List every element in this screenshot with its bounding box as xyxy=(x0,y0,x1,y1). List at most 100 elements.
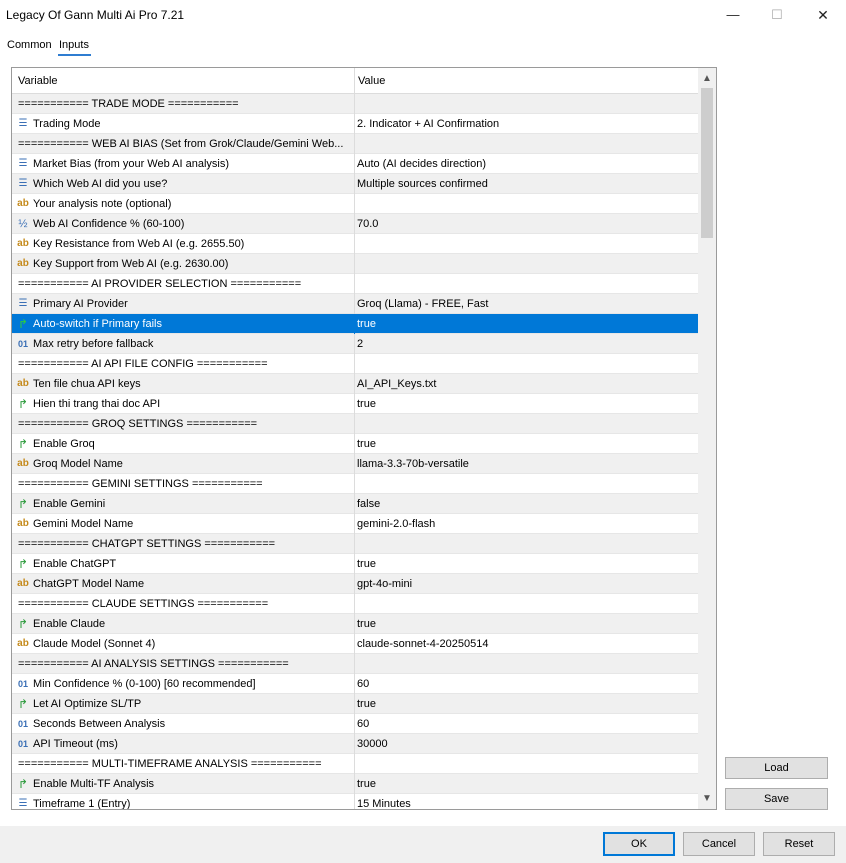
variable-name: =========== AI ANALYSIS SETTINGS =======… xyxy=(18,658,289,670)
table-row[interactable]: ↱ Let AI Optimize SL/TP true xyxy=(12,694,698,714)
cancel-button[interactable]: Cancel xyxy=(683,832,755,856)
variable-value[interactable]: true xyxy=(357,558,376,570)
table-row[interactable]: ab Gemini Model Name gemini-2.0-flash xyxy=(12,514,698,534)
variable-value[interactable]: claude-sonnet-4-20250514 xyxy=(357,638,489,650)
variable-name: Primary AI Provider xyxy=(33,298,128,310)
section-header-row[interactable]: =========== GROQ SETTINGS =========== xyxy=(12,414,698,434)
tab-inputs[interactable]: Inputs xyxy=(59,39,89,51)
vertical-scrollbar[interactable]: ▲ ▼ xyxy=(698,68,716,809)
cell-divider xyxy=(354,394,355,414)
scroll-down-icon[interactable]: ▼ xyxy=(698,790,716,808)
column-header-variable[interactable]: Variable xyxy=(18,75,58,87)
variable-value[interactable]: Multiple sources confirmed xyxy=(357,178,488,190)
table-row[interactable]: ☰ Trading Mode 2. Indicator + AI Confirmat… xyxy=(12,114,698,134)
variable-value[interactable]: 15 Minutes xyxy=(357,798,411,809)
table-row[interactable]: 01 API Timeout (ms) 30000 xyxy=(12,734,698,754)
table-row[interactable]: ↱ Enable ChatGPT true xyxy=(12,554,698,574)
table-row[interactable]: ab Ten file chua API keys AI_API_Keys.txt xyxy=(12,374,698,394)
table-row[interactable]: ☰ Market Bias (from your Web AI analysis)… xyxy=(12,154,698,174)
variable-name: Enable Multi-TF Analysis xyxy=(33,778,155,790)
toggle-arrow-icon: ↱ xyxy=(17,777,29,791)
section-header-row[interactable]: =========== CLAUDE SETTINGS =========== xyxy=(12,594,698,614)
variable-value[interactable]: 2 xyxy=(357,338,363,350)
column-divider[interactable] xyxy=(354,68,355,94)
section-header-row[interactable]: =========== CHATGPT SETTINGS =========== xyxy=(12,534,698,554)
table-row[interactable]: ↱ Enable Multi-TF Analysis true xyxy=(12,774,698,794)
column-header-value[interactable]: Value xyxy=(358,75,385,87)
table-row[interactable]: ↱ Enable Groq true xyxy=(12,434,698,454)
cell-divider xyxy=(354,354,355,374)
table-row[interactable]: ab Your analysis note (optional) xyxy=(12,194,698,214)
variable-name: =========== GEMINI SETTINGS =========== xyxy=(18,478,263,490)
table-row[interactable]: ab Key Resistance from Web AI (e.g. 2655.… xyxy=(12,234,698,254)
table-row[interactable]: ab Claude Model (Sonnet 4) claude-sonnet-4… xyxy=(12,634,698,654)
variable-name: Min Confidence % (0-100) [60 recommended… xyxy=(33,678,256,690)
table-row[interactable]: ½ Web AI Confidence % (60-100) 70.0 xyxy=(12,214,698,234)
text-icon: ab xyxy=(17,638,29,649)
section-header-row[interactable]: =========== WEB AI BIAS (Set from Grok/C… xyxy=(12,134,698,154)
variable-value[interactable]: true xyxy=(357,398,376,410)
variable-value[interactable]: true xyxy=(357,438,376,450)
load-button[interactable]: Load xyxy=(725,757,828,779)
title-bar: Legacy Of Gann Multi Ai Pro 7.21 — ☐ ✕ xyxy=(0,0,846,30)
text-icon: ab xyxy=(17,198,29,209)
variable-value[interactable]: true xyxy=(357,618,376,630)
variable-value[interactable]: false xyxy=(357,498,380,510)
table-row[interactable]: ☰ Primary AI Provider Groq (Llama) - FREE,… xyxy=(12,294,698,314)
integer-icon: 01 xyxy=(17,739,28,749)
variable-value[interactable]: AI_API_Keys.txt xyxy=(357,378,436,390)
minimize-icon[interactable]: — xyxy=(718,4,748,26)
table-row[interactable]: 01 Seconds Between Analysis 60 xyxy=(12,714,698,734)
variable-value[interactable]: 30000 xyxy=(357,738,388,750)
section-header-row[interactable]: =========== AI API FILE CONFIG =========… xyxy=(12,354,698,374)
save-button[interactable]: Save xyxy=(725,788,828,810)
scroll-up-icon[interactable]: ▲ xyxy=(698,70,716,88)
toggle-arrow-icon: ↱ xyxy=(17,437,29,451)
table-row[interactable]: ↱ Auto-switch if Primary fails true xyxy=(12,314,698,334)
close-icon[interactable]: ✕ xyxy=(808,4,838,26)
variable-name: =========== CLAUDE SETTINGS =========== xyxy=(18,598,269,610)
table-row[interactable]: ☰ Timeframe 1 (Entry) 15 Minutes xyxy=(12,794,698,810)
variable-value[interactable]: gemini-2.0-flash xyxy=(357,518,435,530)
section-header-row[interactable]: =========== TRADE MODE =========== xyxy=(12,94,698,114)
variable-value[interactable]: gpt-4o-mini xyxy=(357,578,412,590)
integer-icon: 01 xyxy=(17,719,28,729)
section-header-row[interactable]: =========== MULTI-TIMEFRAME ANALYSIS ===… xyxy=(12,754,698,774)
variable-value[interactable]: 60 xyxy=(357,718,369,730)
maximize-icon[interactable]: ☐ xyxy=(762,4,792,26)
table-row[interactable]: ☰ Which Web AI did you use? Multiple sourc… xyxy=(12,174,698,194)
reset-button[interactable]: Reset xyxy=(763,832,835,856)
table-row[interactable]: ab Key Support from Web AI (e.g. 2630.00) xyxy=(12,254,698,274)
table-row[interactable]: ↱ Enable Claude true xyxy=(12,614,698,634)
variable-value[interactable]: Groq (Llama) - FREE, Fast xyxy=(357,298,488,310)
variable-value[interactable]: Auto (AI decides direction) xyxy=(357,158,486,170)
cell-divider xyxy=(354,794,355,809)
table-row[interactable]: ab ChatGPT Model Name gpt-4o-mini xyxy=(12,574,698,594)
table-row[interactable]: ab Groq Model Name llama-3.3-70b-versatile xyxy=(12,454,698,474)
table-row[interactable]: ↱ Hien thi trang thai doc API true xyxy=(12,394,698,414)
cell-divider xyxy=(354,94,355,114)
table-row[interactable]: 01 Max retry before fallback 2 xyxy=(12,334,698,354)
variable-name: Timeframe 1 (Entry) xyxy=(33,798,131,810)
variable-name: Enable Groq xyxy=(33,438,95,450)
section-header-row[interactable]: =========== AI PROVIDER SELECTION ======… xyxy=(12,274,698,294)
section-header-row[interactable]: =========== GEMINI SETTINGS =========== xyxy=(12,474,698,494)
variable-name: Enable Claude xyxy=(33,618,106,630)
list-icon: ☰ xyxy=(18,158,28,169)
table-row[interactable]: ↱ Enable Gemini false xyxy=(12,494,698,514)
variable-value[interactable]: 60 xyxy=(357,678,369,690)
tab-common[interactable]: Common xyxy=(7,39,52,51)
variable-value[interactable]: 70.0 xyxy=(357,218,378,230)
variable-value[interactable]: llama-3.3-70b-versatile xyxy=(357,458,469,470)
cell-divider xyxy=(354,554,355,574)
variable-value[interactable]: true xyxy=(357,318,376,330)
table-row[interactable]: 01 Min Confidence % (0-100) [60 recommend… xyxy=(12,674,698,694)
variable-value[interactable]: true xyxy=(357,698,376,710)
variable-name: Market Bias (from your Web AI analysis) xyxy=(33,158,230,170)
section-header-row[interactable]: =========== AI ANALYSIS SETTINGS =======… xyxy=(12,654,698,674)
ok-button[interactable]: OK xyxy=(603,832,675,856)
variable-value[interactable]: true xyxy=(357,778,376,790)
variable-value[interactable]: 2. Indicator + AI Confirmation xyxy=(357,118,499,130)
text-icon: ab xyxy=(17,258,29,269)
scroll-thumb[interactable] xyxy=(701,88,713,238)
